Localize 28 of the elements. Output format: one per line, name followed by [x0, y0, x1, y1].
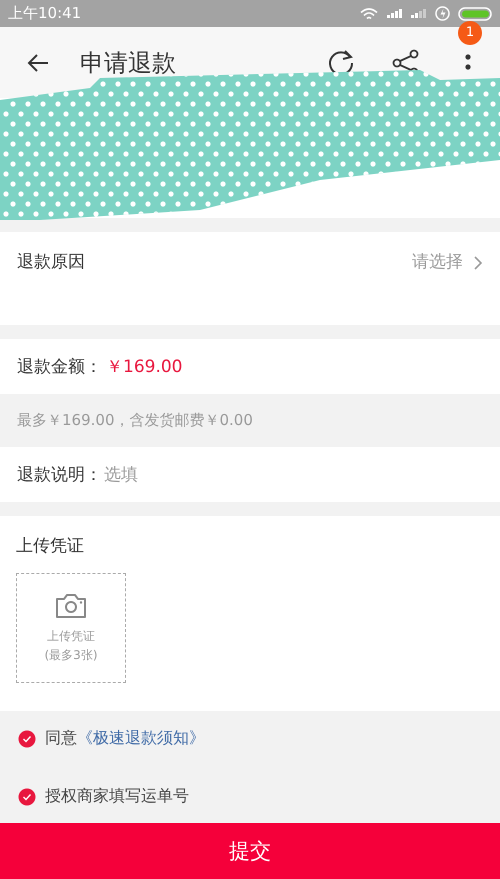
wifi-icon: [359, 6, 379, 20]
signal-icon: [411, 8, 427, 18]
agreement-text: 同意《极速退款须知》: [45, 728, 205, 749]
upload-button[interactable]: 上传凭证 (最多3张): [16, 573, 126, 683]
amount-label: 退款金额：: [17, 356, 102, 378]
battery-icon: [458, 6, 492, 20]
description-label: 退款说明：: [0, 447, 102, 502]
reason-select[interactable]: 请选择: [412, 250, 463, 273]
refund-amount: ￥169.00: [106, 356, 182, 378]
signal-icon: [387, 8, 403, 18]
upload-title: 上传凭证: [16, 535, 84, 557]
page-title: 申请退款: [80, 48, 177, 78]
agreement-text: 授权商家填写运单号: [45, 786, 189, 807]
terms-link[interactable]: 《极速退款须知》: [77, 728, 205, 747]
reason-row[interactable]: 退款原因 请选择: [0, 232, 500, 325]
upload-limit: (最多3张): [44, 647, 98, 664]
checkbox[interactable]: [18, 788, 36, 806]
camera-icon: [54, 592, 88, 620]
chevron-icon: [473, 255, 483, 271]
description-field[interactable]: 选填: [102, 447, 500, 502]
upload-label: 上传凭证: [47, 628, 95, 645]
submit-button[interactable]: 提交: [0, 823, 500, 879]
status-time: 上午10:41: [8, 4, 82, 23]
checkbox[interactable]: [18, 730, 36, 748]
back-icon[interactable]: [26, 52, 50, 72]
charging-icon: [435, 6, 450, 21]
amount-hint: 最多￥169.00，含发货邮费￥0.00: [16, 410, 254, 431]
reason-label: 退款原因: [17, 251, 85, 273]
